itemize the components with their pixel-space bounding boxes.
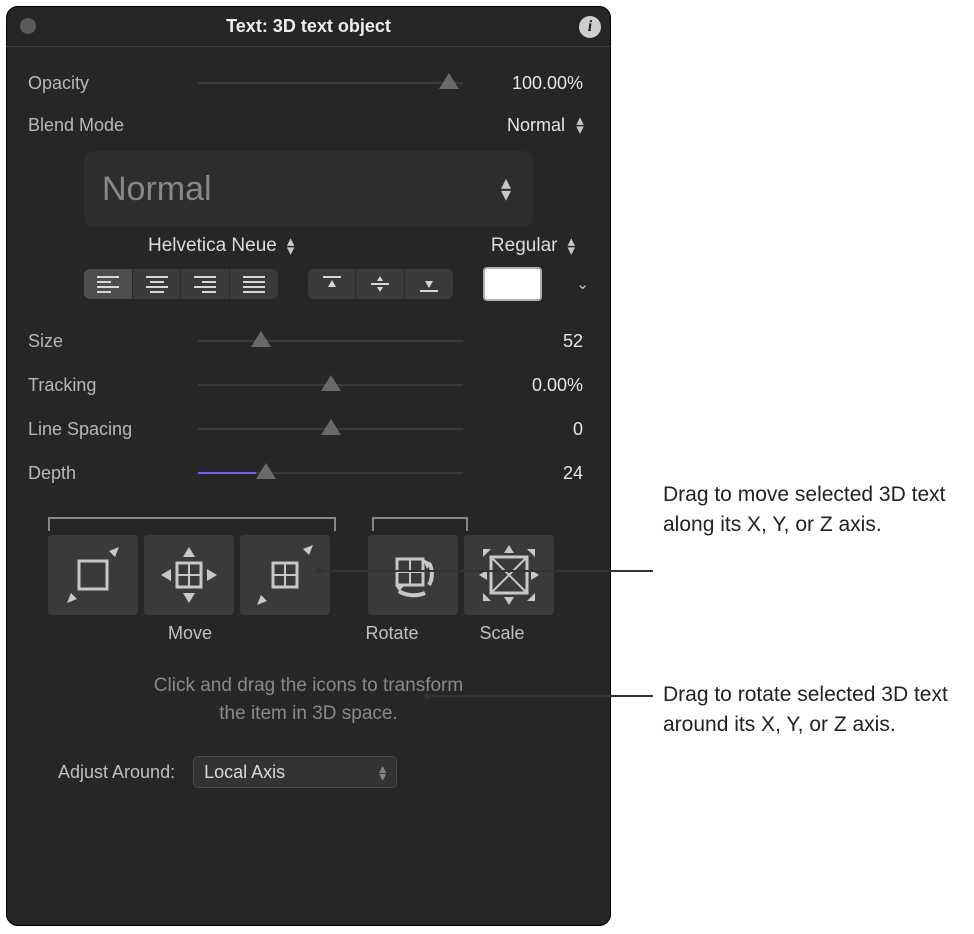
size-label: Size	[28, 331, 198, 352]
scale-tool[interactable]	[464, 535, 554, 615]
tracking-row: Tracking 0.00%	[28, 363, 589, 407]
font-weight-value: Regular	[491, 235, 558, 257]
hint-line-2: the item in 3D space.	[68, 700, 549, 728]
chevrons-updown-icon[interactable]	[379, 764, 386, 781]
scale-icon	[477, 543, 541, 607]
chevrons-updown-icon[interactable]	[287, 237, 295, 255]
text-style-well[interactable]: Normal	[84, 151, 533, 227]
size-value[interactable]: 52	[463, 331, 589, 352]
adjust-around-select[interactable]: Local Axis	[193, 756, 397, 788]
horizontal-align-segment	[84, 269, 278, 299]
callout-lead-move	[318, 570, 653, 572]
align-left-button[interactable]	[84, 269, 133, 299]
text-inspector-panel: Text: 3D text object i Opacity 100.00% B…	[6, 6, 611, 926]
valign-top-button[interactable]	[308, 269, 357, 299]
blend-value[interactable]: Normal	[507, 115, 571, 136]
valign-top-icon	[321, 275, 343, 293]
line-spacing-slider[interactable]	[198, 419, 463, 439]
move-label: Move	[48, 623, 332, 644]
blend-label: Blend Mode	[28, 115, 198, 136]
tracking-value[interactable]: 0.00%	[463, 375, 589, 396]
move-xy-tool[interactable]	[144, 535, 234, 615]
close-dot-icon[interactable]	[20, 18, 36, 34]
line-spacing-value[interactable]: 0	[463, 419, 589, 440]
adjust-around-value: Local Axis	[204, 762, 285, 783]
panel-title: Text: 3D text object	[226, 16, 391, 37]
chevrons-updown-icon[interactable]	[567, 237, 575, 255]
font-weight-select[interactable]: Regular	[491, 235, 575, 257]
tracking-label: Tracking	[28, 375, 198, 396]
rotate-tool[interactable]	[368, 535, 458, 615]
opacity-label: Opacity	[28, 73, 198, 94]
font-family-select[interactable]: Helvetica Neue	[148, 235, 294, 257]
valign-middle-button[interactable]	[356, 269, 405, 299]
align-justify-button[interactable]	[230, 269, 278, 299]
align-center-icon	[146, 276, 168, 293]
tool-labels: Move Rotate Scale	[28, 623, 589, 644]
opacity-row: Opacity 100.00%	[28, 61, 589, 105]
titlebar: Text: 3D text object i	[6, 6, 611, 47]
move-diagonal-tool[interactable]	[48, 535, 138, 615]
align-right-button[interactable]	[181, 269, 230, 299]
move-z-icon	[253, 543, 317, 607]
blend-row: Blend Mode Normal	[28, 105, 589, 145]
style-stepper-icon[interactable]	[497, 177, 515, 201]
transform-hint: Click and drag the icons to transform th…	[68, 672, 549, 728]
rotate-label: Rotate	[332, 623, 452, 644]
line-spacing-label: Line Spacing	[28, 419, 198, 440]
align-right-icon	[194, 276, 216, 293]
line-spacing-row: Line Spacing 0	[28, 407, 589, 451]
depth-label: Depth	[28, 463, 198, 484]
depth-value[interactable]: 24	[463, 463, 589, 484]
depth-slider[interactable]	[198, 463, 463, 483]
opacity-value[interactable]: 100.00%	[463, 73, 589, 94]
size-row: Size 52	[28, 319, 589, 363]
align-center-button[interactable]	[133, 269, 182, 299]
callout-move: Drag to move selected 3D text along its …	[663, 480, 963, 540]
depth-row: Depth 24	[28, 451, 589, 495]
opacity-slider[interactable]	[198, 73, 463, 93]
adjust-around-row: Adjust Around: Local Axis	[58, 756, 589, 788]
style-name: Normal	[102, 170, 212, 209]
chevron-down-icon[interactable]: ⌄	[576, 275, 589, 293]
align-justify-icon	[243, 276, 265, 293]
move-diagonal-icon	[61, 543, 125, 607]
callout-lead-rotate	[426, 695, 653, 697]
move-xy-icon	[157, 543, 221, 607]
text-color-swatch[interactable]	[483, 267, 543, 301]
transform-tools: Move Rotate Scale	[28, 517, 589, 644]
valign-bottom-icon	[418, 275, 440, 293]
text-toolbar: ⌄	[84, 267, 589, 301]
align-left-icon	[97, 276, 119, 293]
blend-stepper-icon[interactable]	[571, 116, 589, 134]
scale-label: Scale	[452, 623, 552, 644]
font-row: Helvetica Neue Regular	[28, 235, 579, 257]
valign-middle-icon	[369, 275, 391, 293]
vertical-align-segment	[308, 269, 453, 299]
bracket-row	[28, 517, 589, 531]
font-family-value: Helvetica Neue	[148, 235, 277, 257]
size-slider[interactable]	[198, 331, 463, 351]
rotate-icon	[381, 543, 445, 607]
tracking-slider[interactable]	[198, 375, 463, 395]
info-icon[interactable]: i	[579, 16, 601, 38]
move-z-tool[interactable]	[240, 535, 330, 615]
callout-rotate: Drag to rotate selected 3D text around i…	[663, 680, 973, 740]
valign-bottom-button[interactable]	[405, 269, 453, 299]
adjust-around-label: Adjust Around:	[58, 762, 175, 783]
